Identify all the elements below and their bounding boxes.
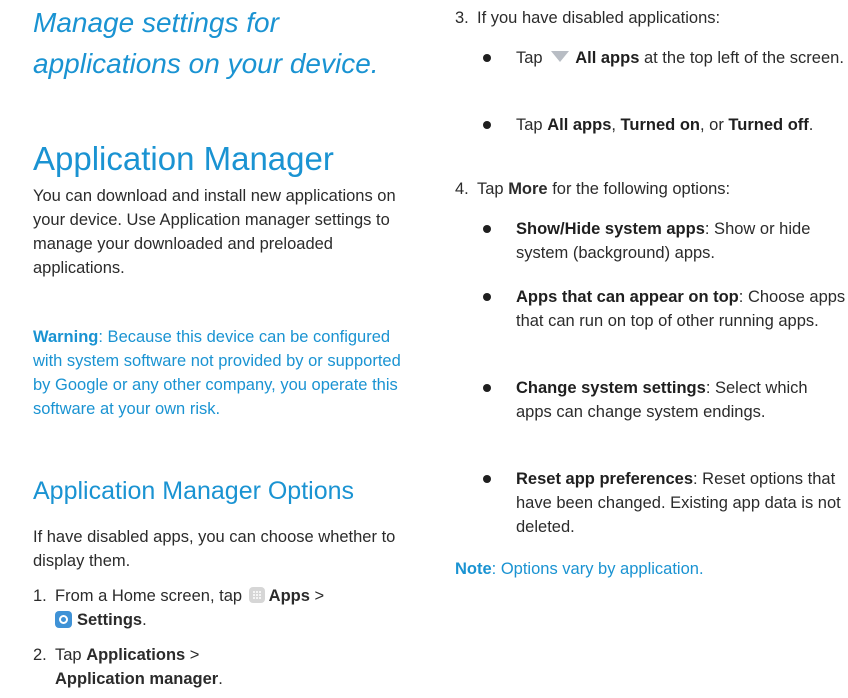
- all-apps-label: All apps: [575, 49, 640, 67]
- note-text: : Options vary by application.: [491, 560, 704, 578]
- all-apps-label: All apps: [547, 116, 612, 134]
- item-bold: Reset app preferences: [516, 470, 693, 488]
- turned-on-label: Turned on: [620, 116, 700, 134]
- bullet-text: Tap All apps at the top left of the scre…: [516, 46, 846, 70]
- dropdown-triangle-icon: [551, 51, 570, 62]
- bullet-dot: [483, 384, 491, 392]
- b2-end: .: [808, 116, 814, 134]
- application-manager-label: Application manager: [55, 670, 219, 688]
- warning-paragraph: Warning: Because this device can be conf…: [33, 325, 408, 421]
- bullet-text: Change system settings: Select which app…: [516, 376, 846, 424]
- bullet-dot: [483, 121, 491, 129]
- step-text: From a Home screen, tap Apps > Settings.: [55, 584, 415, 632]
- applications-label: Applications: [86, 646, 186, 664]
- step-text: Tap Applications > Application manager.: [55, 643, 415, 691]
- item-bold: Apps that can appear on top: [516, 288, 739, 306]
- step-number: 1.: [33, 587, 47, 605]
- bullet-text: Show/Hide system apps: Show or hide syst…: [516, 217, 846, 265]
- step-1-pre: From a Home screen, tap: [55, 587, 247, 605]
- note-label: Note: [455, 560, 492, 578]
- item-bold: Show/Hide system apps: [516, 220, 705, 238]
- b2-pre: Tap: [516, 116, 548, 134]
- bullet-text: Tap All apps, Turned on, or Turned off.: [516, 113, 846, 137]
- bullet-dot: [483, 225, 491, 233]
- tagline: Manage settings for applications on your…: [33, 7, 379, 79]
- step-4-rest: for the following options:: [547, 180, 731, 198]
- step-number: 4.: [455, 180, 469, 198]
- warning-label: Warning: [33, 328, 99, 346]
- document-page: Manage settings for applications on your…: [0, 0, 848, 698]
- bullet-text: Reset app preferences: Reset options tha…: [516, 467, 846, 539]
- step-number: 2.: [33, 646, 47, 664]
- settings-label: Settings: [77, 611, 143, 629]
- step-text: If you have disabled applications:: [477, 9, 721, 27]
- b1-rest: at the top left of the screen.: [639, 49, 844, 67]
- turned-off-label: Turned off: [728, 116, 809, 134]
- b2-m1: ,: [611, 116, 621, 134]
- bullet-dot: [483, 54, 491, 62]
- note-paragraph: Note: Options vary by application.: [455, 557, 704, 581]
- step-2-end: .: [218, 670, 223, 688]
- item-bold: Change system settings: [516, 379, 706, 397]
- b1-pre: Tap: [516, 49, 548, 67]
- more-label: More: [508, 180, 548, 198]
- step-1-sep: >: [309, 587, 325, 605]
- settings-gear-icon: [55, 611, 72, 628]
- bullet-dot: [483, 293, 491, 301]
- bullet-dot: [483, 475, 491, 483]
- options-title: Application Manager Options: [33, 477, 355, 505]
- step-2-sep: >: [185, 646, 200, 664]
- bullet-text: Apps that can appear on top: Choose apps…: [516, 285, 846, 333]
- b2-m2: , or: [699, 116, 729, 134]
- step-2-pre: Tap: [55, 646, 87, 664]
- step-number: 3.: [455, 9, 469, 27]
- section-intro: You can download and install new applica…: [33, 187, 396, 277]
- options-intro: If have disabled apps, you can choose wh…: [33, 528, 396, 570]
- apps-grid-icon: [248, 587, 265, 603]
- section-title: Application Manager: [33, 140, 334, 177]
- step-1-end: .: [142, 611, 147, 629]
- apps-label: Apps: [268, 587, 310, 605]
- step-text: Tap More for the following options:: [477, 177, 837, 201]
- step-4-pre: Tap: [477, 180, 509, 198]
